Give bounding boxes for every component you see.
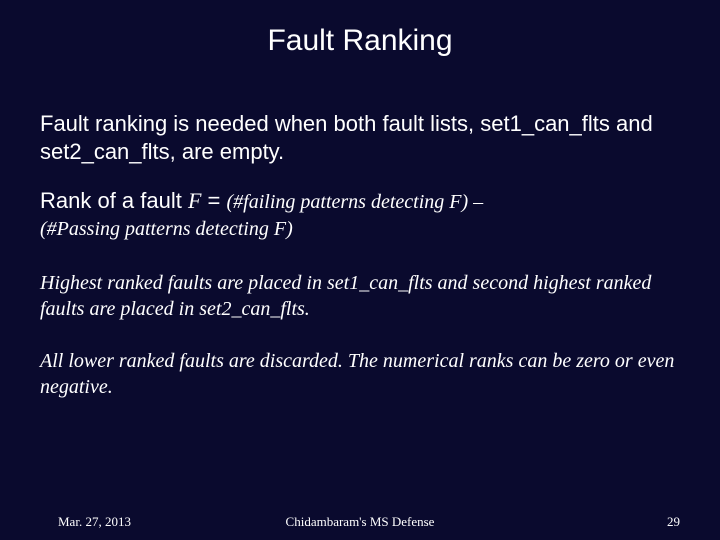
paragraph-rank-formula-line1: Rank of a fault F = (#failing patterns d… <box>40 187 680 215</box>
rank-tail-text: (#failing patterns detecting F) – <box>227 191 484 213</box>
paragraph-placement: Highest ranked faults are placed in set1… <box>40 270 680 322</box>
paragraph-intro: Fault ranking is needed when both fault … <box>40 110 680 165</box>
rank-variable-f: F <box>188 188 201 213</box>
slide-title: Fault Ranking <box>0 24 720 58</box>
rank-lead-text: Rank of a fault <box>40 188 188 213</box>
footer-center: Chidambaram's MS Defense <box>0 514 720 530</box>
paragraph-rank-formula-line2: (#Passing patterns detecting F) <box>40 217 680 242</box>
slide-body: Fault ranking is needed when both fault … <box>40 110 680 426</box>
footer-page-number: 29 <box>667 514 680 530</box>
slide: Fault Ranking Fault ranking is needed wh… <box>0 0 720 540</box>
rank-equals: = <box>201 188 226 213</box>
paragraph-discard: All lower ranked faults are discarded. T… <box>40 348 680 400</box>
